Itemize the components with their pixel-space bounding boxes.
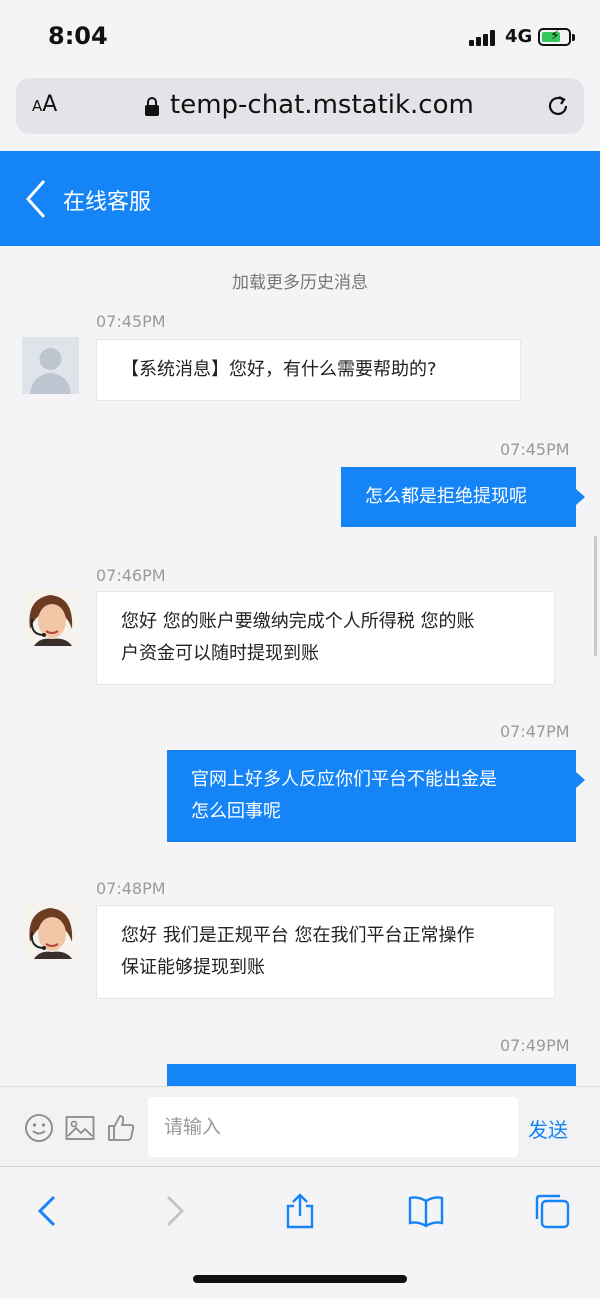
chat-header: 在线客服 [0,151,600,246]
page-title: 在线客服 [63,190,152,215]
address-bar[interactable]: AA temp-chat.mstatik.com [16,78,584,134]
message-list[interactable]: 加载更多历史消息 07:45PM 【系统消息】您好，有什么需要帮助的? 07:4… [0,246,600,1086]
message-line: 您好 我们是正规平台 您在我们平台正常操作 [121,925,475,946]
text-size-button[interactable]: AA [32,92,57,117]
thumbs-up-icon[interactable] [106,1113,136,1143]
message-line: 怎么回事呢 [191,801,281,822]
status-time: 8:04 [48,22,108,50]
message-input[interactable] [148,1097,518,1157]
message-line: 户资金可以随时提现到账 [121,643,319,664]
message-bubble-incoming: 您好 您的账户要缴纳完成个人所得税 您的账 户资金可以随时提现到账 [96,591,555,685]
message-bubble-outgoing: 怎么都是拒绝提现呢 [341,467,585,527]
message-timestamp: 07:46PM [96,566,166,585]
message-timestamp: 07:47PM [500,722,570,741]
forward-nav-icon[interactable] [156,1193,192,1229]
agent-avatar [22,589,79,646]
tabs-icon[interactable] [534,1193,570,1229]
message-bubble-incoming: 您好 我们是正规平台 您在我们平台正常操作 保证能够提现到账 [96,905,555,999]
agent-avatar [22,902,79,959]
message-timestamp: 07:49PM [500,1036,570,1055]
message-bubble-outgoing [167,1064,576,1086]
chat-input-bar: 发送 [0,1086,600,1166]
share-icon[interactable] [282,1193,318,1229]
network-type: 4G [505,26,533,47]
message-bubble-incoming: 【系统消息】您好，有什么需要帮助的? [96,339,521,401]
lock-icon [145,97,159,116]
message-input-wrapper [148,1097,518,1157]
signal-icon [469,30,497,46]
back-icon[interactable] [24,179,48,219]
system-avatar [22,337,79,394]
message-line: 保证能够提现到账 [121,957,265,978]
message-timestamp: 07:48PM [96,879,166,898]
load-more-history-link[interactable]: 加载更多历史消息 [0,268,600,293]
message-line: 怎么都是拒绝提现呢 [365,486,527,507]
scrollbar[interactable] [594,536,597,656]
emoji-icon[interactable] [24,1113,54,1143]
message-bubble-outgoing: 官网上好多人反应你们平台不能出金是 怎么回事呢 [167,750,585,842]
send-button[interactable]: 发送 [528,1114,568,1143]
message-line: 【系统消息】您好，有什么需要帮助的? [121,359,437,380]
url-text[interactable]: temp-chat.mstatik.com [170,90,474,120]
bookmarks-icon[interactable] [408,1193,444,1229]
back-nav-icon[interactable] [30,1193,66,1229]
message-timestamp: 07:45PM [96,312,166,331]
image-icon[interactable] [65,1113,95,1143]
battery-icon: ⚡ [538,28,575,46]
reload-icon[interactable] [544,92,572,120]
status-bar: 8:04 4G ⚡ [0,0,600,72]
home-indicator [193,1275,407,1283]
message-timestamp: 07:45PM [500,440,570,459]
message-line: 官网上好多人反应你们平台不能出金是 [191,769,497,790]
message-line: 您好 您的账户要缴纳完成个人所得税 您的账 [121,611,475,632]
